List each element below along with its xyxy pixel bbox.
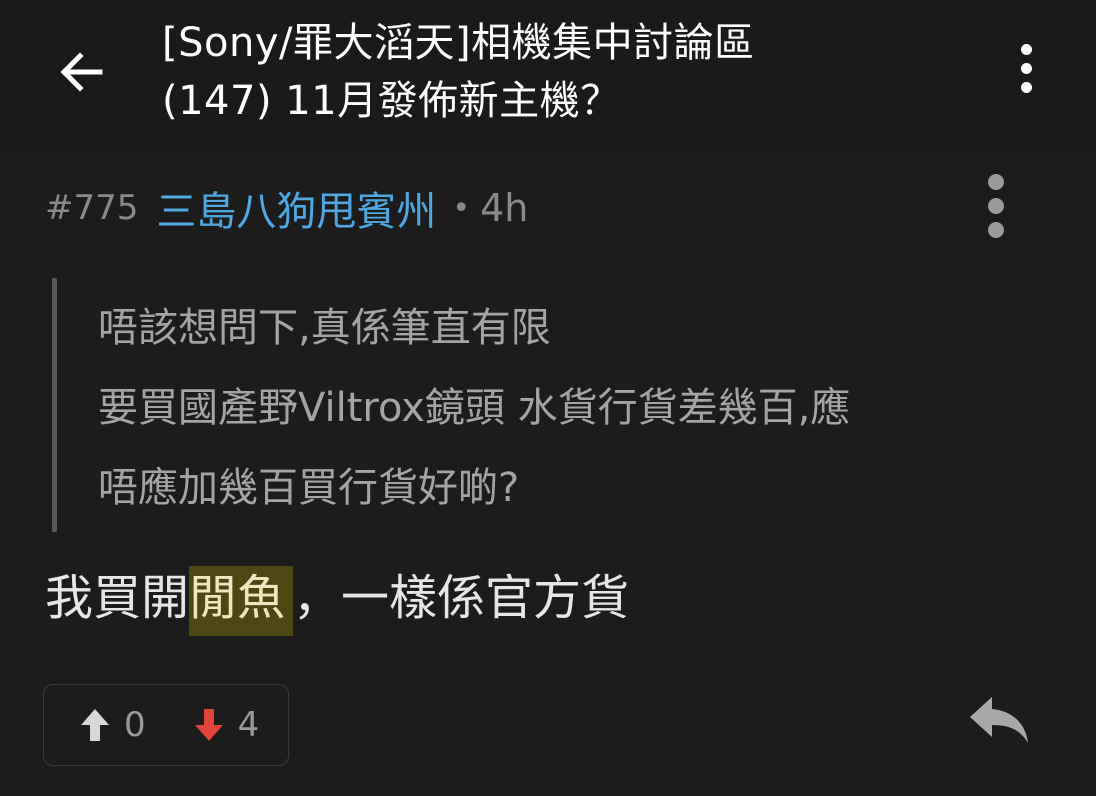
quote-line: 唔該想問下,真係筆直有限: [98, 305, 551, 351]
page-title: [Sony/罪大滔天]相機集中討論區 (147) 11月發佈新主機？: [162, 14, 982, 130]
arrow-left-icon: [60, 52, 103, 92]
post-time: 4h: [480, 186, 529, 230]
post-number: #775: [45, 188, 139, 228]
top-bar: [Sony/罪大滔天]相機集中討論區 (147) 11月發佈新主機？: [0, 0, 1096, 150]
body-text-after: ，一樣係官方貨: [293, 570, 630, 626]
upvote-button[interactable]: 0: [44, 685, 146, 765]
highlighted-text: 閒魚: [189, 566, 294, 636]
more-vertical-icon: [1020, 43, 1032, 55]
arrow-down-icon: [194, 709, 223, 741]
more-vertical-icon-dot: [1020, 81, 1032, 93]
quoted-post: 唔該想問下,真係筆直有限 要買國產野Viltrox鏡頭 水貨行貨差幾百,應 唔應…: [52, 278, 1032, 532]
author-name[interactable]: 三島八狗甩賓州: [156, 179, 436, 237]
more-vertical-icon: [988, 174, 1004, 190]
more-vertical-icon-dot: [1020, 62, 1032, 74]
quote-line: 要買國產野Viltrox鏡頭 水貨行貨差幾百,應: [98, 385, 851, 431]
arrow-up-icon: [81, 709, 109, 741]
reply-button[interactable]: [964, 690, 1034, 750]
body-text-before: 我買開: [45, 570, 190, 626]
back-button[interactable]: [50, 40, 114, 104]
upvote-count: 0: [124, 705, 146, 745]
more-vertical-icon-dot: [988, 222, 1004, 238]
title-line-1: [Sony/罪大滔天]相機集中討論區: [162, 20, 755, 66]
quote-bar: [52, 278, 57, 532]
reply-icon: [970, 697, 1028, 743]
separator-dot: •: [452, 190, 471, 226]
more-vertical-icon-dot: [988, 198, 1004, 214]
vote-bar: 0 4: [43, 684, 289, 766]
title-line-2: (147) 11月發佈新主機？: [162, 78, 621, 124]
post-menu-button[interactable]: [970, 168, 1022, 244]
downvote-count: 4: [237, 705, 260, 745]
quote-line: 唔應加幾百買行貨好啲?: [98, 465, 520, 511]
quote-text: 唔該想問下,真係筆直有限 要買國產野Viltrox鏡頭 水貨行貨差幾百,應 唔應…: [98, 288, 850, 528]
downvote-button[interactable]: 4: [146, 685, 260, 765]
post-header: #775 三島八狗甩賓州 • 4h: [45, 180, 528, 236]
post-body: 我買開閒魚 ，一樣係官方貨: [45, 564, 630, 636]
thread-menu-button[interactable]: [1000, 36, 1052, 100]
